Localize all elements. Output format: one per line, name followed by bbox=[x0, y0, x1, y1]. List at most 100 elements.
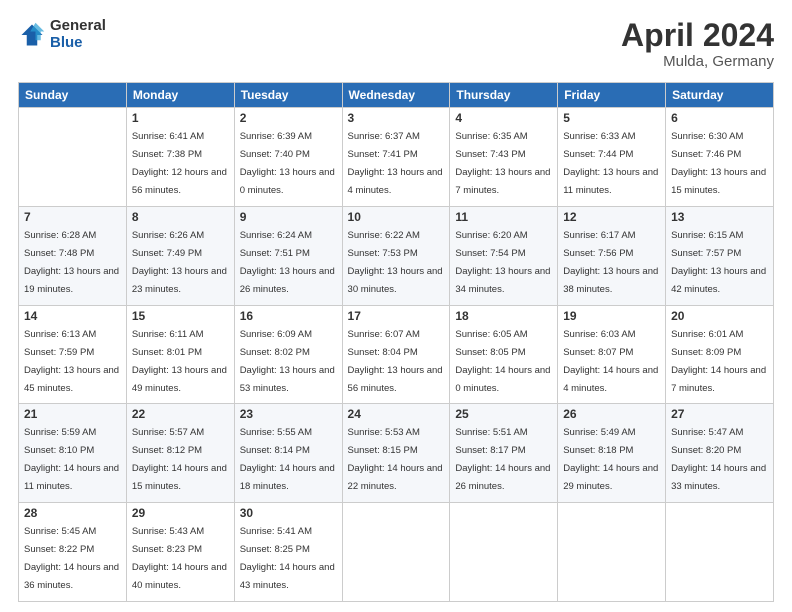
page: General Blue April 2024 Mulda, Germany S… bbox=[0, 0, 792, 612]
sunset-info: Sunset: 8:18 PM bbox=[563, 445, 633, 456]
sunset-info: Sunset: 7:41 PM bbox=[348, 149, 418, 160]
sunset-info: Sunset: 8:01 PM bbox=[132, 347, 202, 358]
title-area: April 2024 Mulda, Germany bbox=[621, 18, 774, 70]
cell-w0-d2: 2 Sunrise: 6:39 AM Sunset: 7:40 PM Dayli… bbox=[234, 108, 342, 207]
sunset-info: Sunset: 8:14 PM bbox=[240, 445, 310, 456]
cell-w4-d3 bbox=[342, 503, 450, 602]
header-friday: Friday bbox=[558, 83, 666, 108]
week-row-2: 14 Sunrise: 6:13 AM Sunset: 7:59 PM Dayl… bbox=[19, 305, 774, 404]
sunrise-info: Sunrise: 6:35 AM bbox=[455, 131, 527, 142]
cell-w3-d4: 25 Sunrise: 5:51 AM Sunset: 8:17 PM Dayl… bbox=[450, 404, 558, 503]
daylight-info: Daylight: 13 hours and 19 minutes. bbox=[24, 266, 119, 295]
cell-w2-d4: 18 Sunrise: 6:05 AM Sunset: 8:05 PM Dayl… bbox=[450, 305, 558, 404]
logo-general: General bbox=[50, 18, 106, 35]
cell-w4-d6 bbox=[666, 503, 774, 602]
daylight-info: Daylight: 14 hours and 29 minutes. bbox=[563, 463, 658, 492]
sunrise-info: Sunrise: 5:55 AM bbox=[240, 427, 312, 438]
sunrise-info: Sunrise: 6:30 AM bbox=[671, 131, 743, 142]
sunrise-info: Sunrise: 6:17 AM bbox=[563, 230, 635, 241]
daylight-info: Daylight: 13 hours and 23 minutes. bbox=[132, 266, 227, 295]
day-number: 8 bbox=[132, 210, 229, 224]
day-number: 15 bbox=[132, 309, 229, 323]
sunrise-info: Sunrise: 6:26 AM bbox=[132, 230, 204, 241]
cell-w2-d1: 15 Sunrise: 6:11 AM Sunset: 8:01 PM Dayl… bbox=[126, 305, 234, 404]
cell-w1-d6: 13 Sunrise: 6:15 AM Sunset: 7:57 PM Dayl… bbox=[666, 206, 774, 305]
cell-w0-d5: 5 Sunrise: 6:33 AM Sunset: 7:44 PM Dayli… bbox=[558, 108, 666, 207]
cell-w2-d5: 19 Sunrise: 6:03 AM Sunset: 8:07 PM Dayl… bbox=[558, 305, 666, 404]
cell-w0-d1: 1 Sunrise: 6:41 AM Sunset: 7:38 PM Dayli… bbox=[126, 108, 234, 207]
day-number: 11 bbox=[455, 210, 552, 224]
week-row-1: 7 Sunrise: 6:28 AM Sunset: 7:48 PM Dayli… bbox=[19, 206, 774, 305]
sunset-info: Sunset: 8:10 PM bbox=[24, 445, 94, 456]
sunrise-info: Sunrise: 5:45 AM bbox=[24, 526, 96, 537]
sunset-info: Sunset: 7:40 PM bbox=[240, 149, 310, 160]
sunrise-info: Sunrise: 5:57 AM bbox=[132, 427, 204, 438]
daylight-info: Daylight: 14 hours and 11 minutes. bbox=[24, 463, 119, 492]
day-number: 5 bbox=[563, 111, 660, 125]
daylight-info: Daylight: 14 hours and 15 minutes. bbox=[132, 463, 227, 492]
week-row-0: 1 Sunrise: 6:41 AM Sunset: 7:38 PM Dayli… bbox=[19, 108, 774, 207]
sunrise-info: Sunrise: 6:28 AM bbox=[24, 230, 96, 241]
day-number: 2 bbox=[240, 111, 337, 125]
logo-icon bbox=[18, 21, 46, 49]
sunset-info: Sunset: 8:17 PM bbox=[455, 445, 525, 456]
cell-w3-d5: 26 Sunrise: 5:49 AM Sunset: 8:18 PM Dayl… bbox=[558, 404, 666, 503]
sunset-info: Sunset: 8:09 PM bbox=[671, 347, 741, 358]
sunset-info: Sunset: 7:54 PM bbox=[455, 248, 525, 259]
day-number: 25 bbox=[455, 407, 552, 421]
sunset-info: Sunset: 8:04 PM bbox=[348, 347, 418, 358]
sunset-info: Sunset: 7:57 PM bbox=[671, 248, 741, 259]
daylight-info: Daylight: 13 hours and 34 minutes. bbox=[455, 266, 550, 295]
header-sunday: Sunday bbox=[19, 83, 127, 108]
day-number: 20 bbox=[671, 309, 768, 323]
daylight-info: Daylight: 13 hours and 38 minutes. bbox=[563, 266, 658, 295]
sunset-info: Sunset: 7:38 PM bbox=[132, 149, 202, 160]
day-number: 6 bbox=[671, 111, 768, 125]
sunrise-info: Sunrise: 5:51 AM bbox=[455, 427, 527, 438]
day-number: 27 bbox=[671, 407, 768, 421]
cell-w0-d4: 4 Sunrise: 6:35 AM Sunset: 7:43 PM Dayli… bbox=[450, 108, 558, 207]
sunrise-info: Sunrise: 6:07 AM bbox=[348, 329, 420, 340]
day-number: 29 bbox=[132, 506, 229, 520]
cell-w4-d0: 28 Sunrise: 5:45 AM Sunset: 8:22 PM Dayl… bbox=[19, 503, 127, 602]
sunrise-info: Sunrise: 6:37 AM bbox=[348, 131, 420, 142]
day-number: 3 bbox=[348, 111, 445, 125]
sunrise-info: Sunrise: 6:41 AM bbox=[132, 131, 204, 142]
sunrise-info: Sunrise: 6:05 AM bbox=[455, 329, 527, 340]
sunset-info: Sunset: 8:23 PM bbox=[132, 544, 202, 555]
cell-w1-d0: 7 Sunrise: 6:28 AM Sunset: 7:48 PM Dayli… bbox=[19, 206, 127, 305]
cell-w1-d1: 8 Sunrise: 6:26 AM Sunset: 7:49 PM Dayli… bbox=[126, 206, 234, 305]
cell-w4-d4 bbox=[450, 503, 558, 602]
day-number: 19 bbox=[563, 309, 660, 323]
header-wednesday: Wednesday bbox=[342, 83, 450, 108]
cell-w2-d2: 16 Sunrise: 6:09 AM Sunset: 8:02 PM Dayl… bbox=[234, 305, 342, 404]
daylight-info: Daylight: 13 hours and 11 minutes. bbox=[563, 167, 658, 196]
cell-w3-d6: 27 Sunrise: 5:47 AM Sunset: 8:20 PM Dayl… bbox=[666, 404, 774, 503]
daylight-info: Daylight: 14 hours and 18 minutes. bbox=[240, 463, 335, 492]
day-number: 23 bbox=[240, 407, 337, 421]
sunrise-info: Sunrise: 6:15 AM bbox=[671, 230, 743, 241]
sunrise-info: Sunrise: 6:01 AM bbox=[671, 329, 743, 340]
daylight-info: Daylight: 13 hours and 7 minutes. bbox=[455, 167, 550, 196]
logo-blue: Blue bbox=[50, 35, 106, 52]
cell-w3-d3: 24 Sunrise: 5:53 AM Sunset: 8:15 PM Dayl… bbox=[342, 404, 450, 503]
day-number: 21 bbox=[24, 407, 121, 421]
daylight-info: Daylight: 14 hours and 0 minutes. bbox=[455, 365, 550, 394]
daylight-info: Daylight: 13 hours and 4 minutes. bbox=[348, 167, 443, 196]
day-number: 14 bbox=[24, 309, 121, 323]
sunrise-info: Sunrise: 5:59 AM bbox=[24, 427, 96, 438]
day-number: 10 bbox=[348, 210, 445, 224]
day-number: 4 bbox=[455, 111, 552, 125]
sunrise-info: Sunrise: 5:41 AM bbox=[240, 526, 312, 537]
sunset-info: Sunset: 7:56 PM bbox=[563, 248, 633, 259]
day-number: 1 bbox=[132, 111, 229, 125]
header-monday: Monday bbox=[126, 83, 234, 108]
sunrise-info: Sunrise: 6:22 AM bbox=[348, 230, 420, 241]
cell-w1-d5: 12 Sunrise: 6:17 AM Sunset: 7:56 PM Dayl… bbox=[558, 206, 666, 305]
week-row-3: 21 Sunrise: 5:59 AM Sunset: 8:10 PM Dayl… bbox=[19, 404, 774, 503]
cell-w1-d4: 11 Sunrise: 6:20 AM Sunset: 7:54 PM Dayl… bbox=[450, 206, 558, 305]
daylight-info: Daylight: 14 hours and 36 minutes. bbox=[24, 562, 119, 591]
sunrise-info: Sunrise: 5:49 AM bbox=[563, 427, 635, 438]
cell-w0-d3: 3 Sunrise: 6:37 AM Sunset: 7:41 PM Dayli… bbox=[342, 108, 450, 207]
cell-w4-d5 bbox=[558, 503, 666, 602]
